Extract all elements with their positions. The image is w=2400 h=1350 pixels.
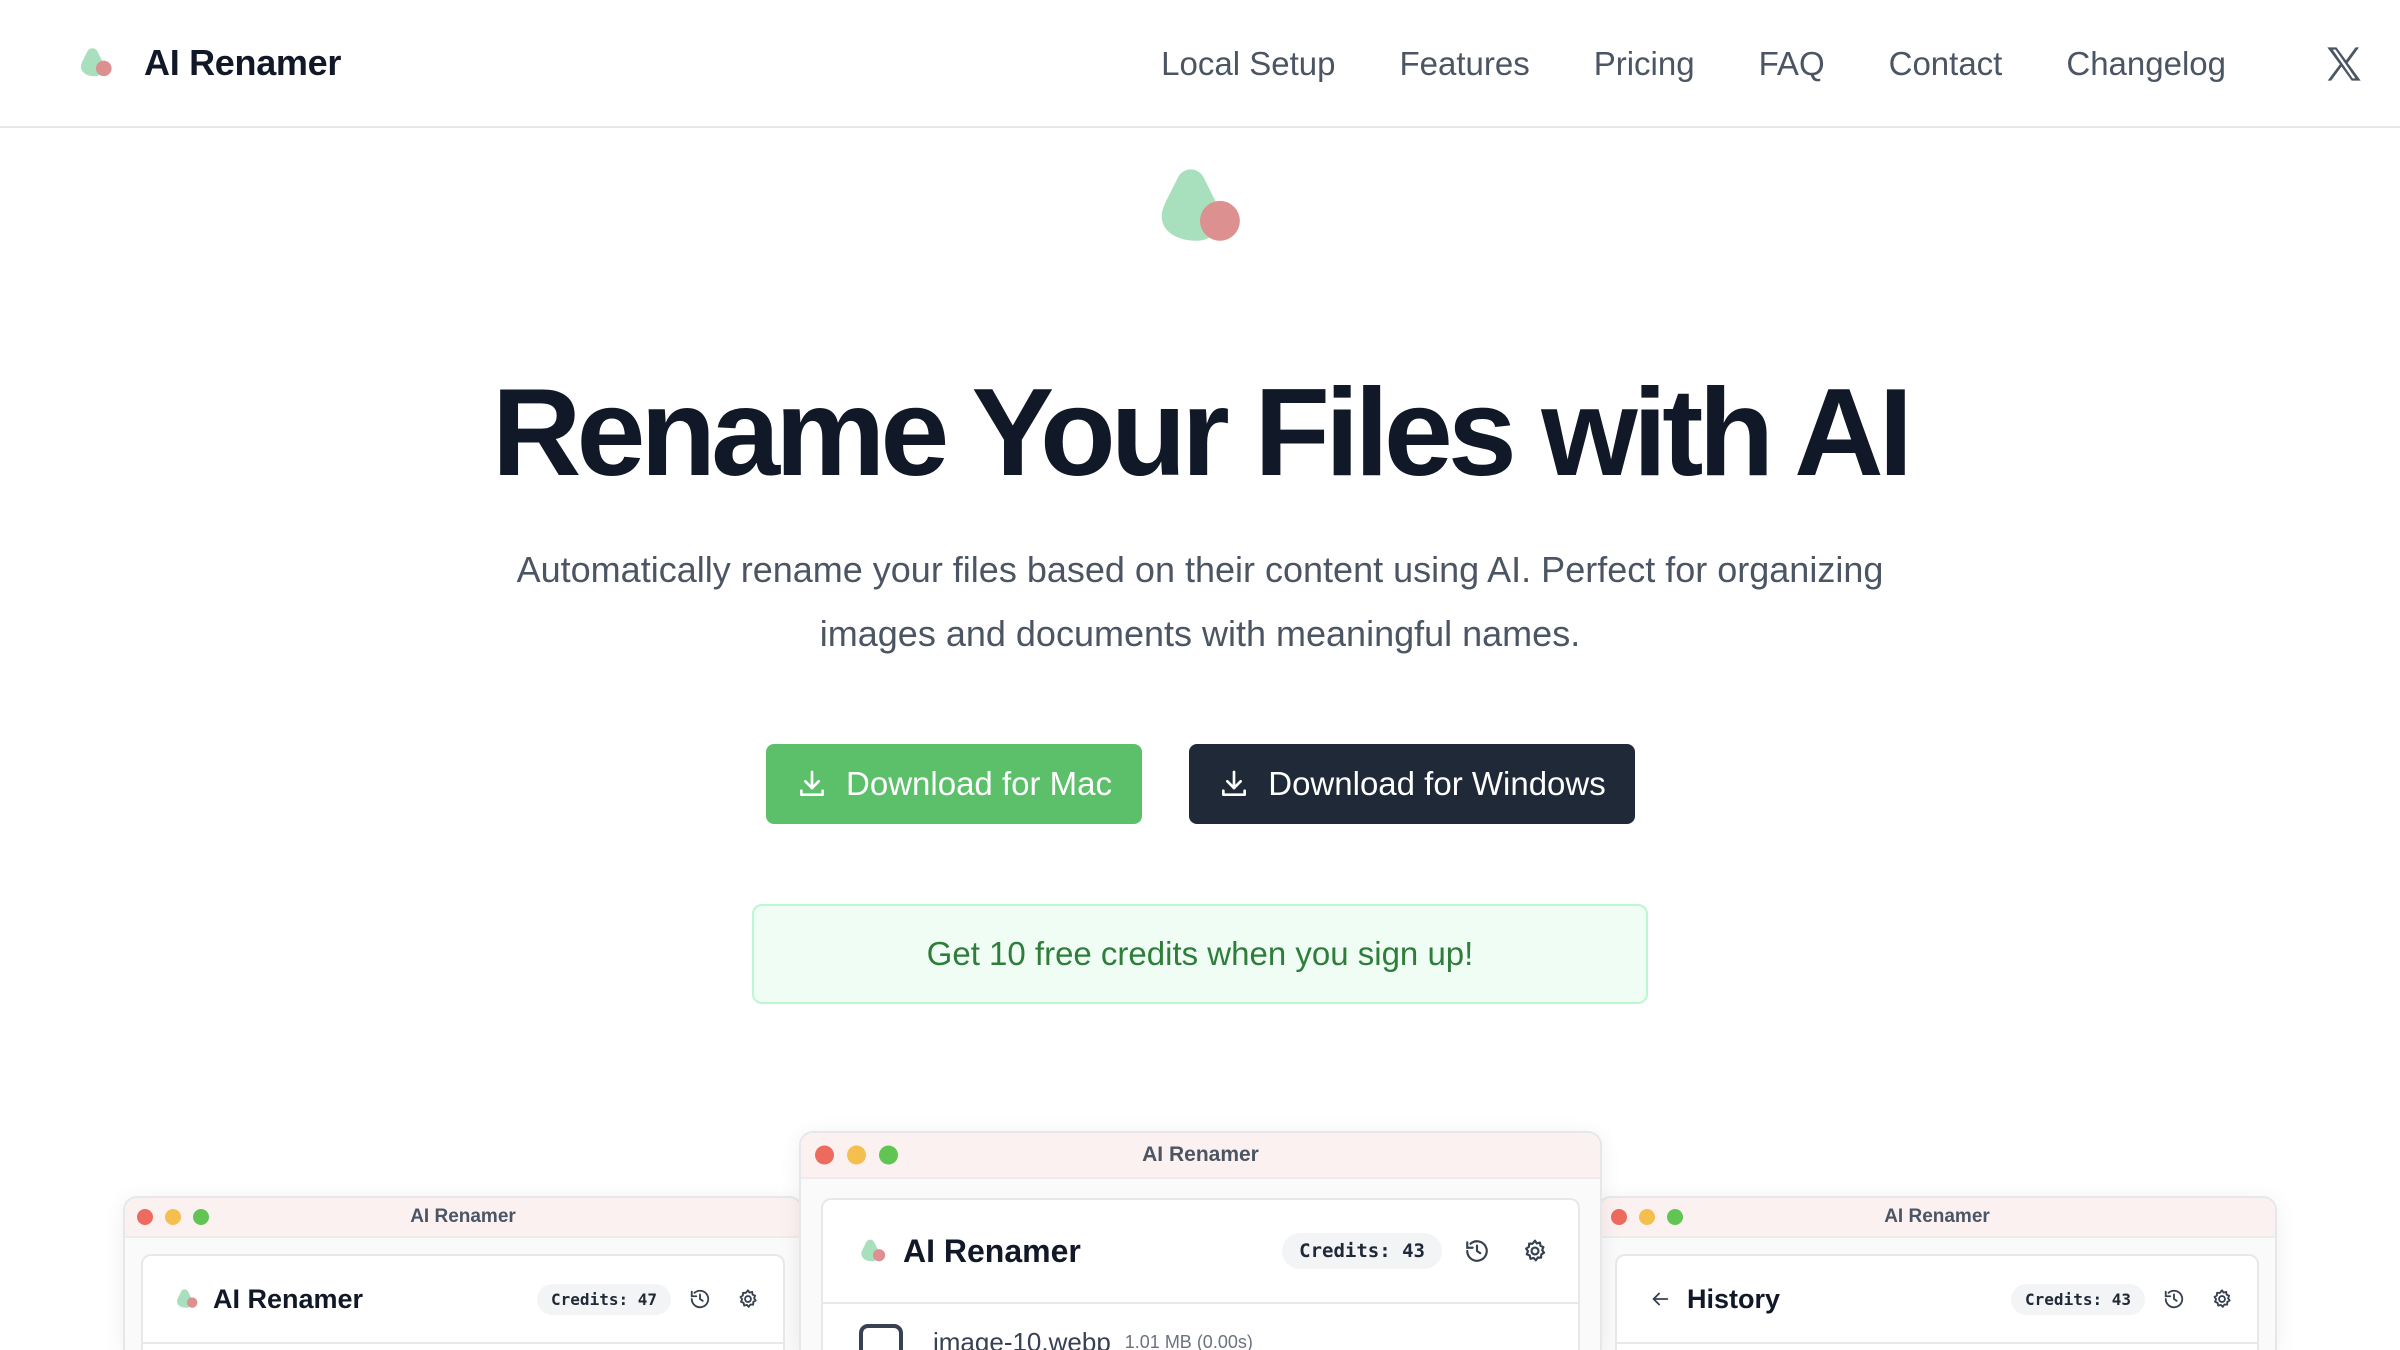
app-card-header: AI Renamer Credits: 43 [823,1200,1578,1304]
file-name: image-10.webp [933,1326,1111,1350]
download-windows-label: Download for Windows [1268,765,1606,802]
window-title: AI Renamer [1884,1206,1990,1227]
nav-local-setup[interactable]: Local Setup [1161,40,1335,88]
gear-icon[interactable] [2211,1288,2233,1310]
download-windows-button[interactable]: Download for Windows [1189,744,1635,824]
credits-badge: Credits: 43 [2011,1283,2145,1315]
x-icon[interactable] [2324,44,2364,84]
credits-badge: Credits: 47 [537,1283,671,1315]
app-name: AI Renamer [213,1283,364,1314]
brand-name: AI Renamer [144,42,342,83]
window-controls [137,1209,209,1225]
logo-icon [861,1239,886,1262]
close-window-button[interactable] [815,1145,834,1165]
window-controls [1611,1209,1683,1225]
arrow-left-icon[interactable] [1649,1288,1671,1310]
logo-icon [81,48,112,77]
app-window-right: AI Renamer History Credits: 43 [1597,1196,2277,1350]
window-controls [815,1145,898,1165]
history-icon[interactable] [689,1288,711,1310]
file-list-item[interactable]: image-10.webp 1.01 MB (0.00s) [859,1324,1253,1350]
window-titlebar: AI Renamer [1599,1198,2275,1238]
history-title: History [1687,1283,1781,1314]
history-icon[interactable] [2163,1288,2185,1310]
minimize-window-button[interactable] [165,1209,181,1225]
brand-link[interactable]: AI Renamer [78,42,341,84]
app-window-left: AI Renamer AI Renamer Credits: 47 [123,1196,803,1350]
main-nav: Local Setup Features Pricing FAQ Contact… [1097,40,2226,88]
logo-icon [177,1289,198,1308]
image-file-icon [859,1324,903,1350]
window-titlebar: AI Renamer [801,1133,1600,1179]
close-window-button[interactable] [1611,1209,1627,1225]
minimize-window-button[interactable] [1639,1209,1655,1225]
history-card-header: History Credits: 43 [1617,1256,2257,1344]
minimize-window-button[interactable] [847,1145,866,1165]
hero-logo-icon [1161,169,1240,241]
gear-icon[interactable] [1522,1238,1548,1264]
nav-features[interactable]: Features [1399,40,1529,88]
site-header: AI Renamer Local Setup Features Pricing … [0,0,2400,128]
nav-faq[interactable]: FAQ [1759,40,1825,88]
download-mac-button[interactable]: Download for Mac [766,744,1142,824]
close-window-button[interactable] [137,1209,153,1225]
maximize-window-button[interactable] [193,1209,209,1225]
app-card: AI Renamer Credits: 43 image-10.webp 1.0… [821,1198,1580,1350]
app-window-center: AI Renamer AI Renamer Credits: 43 image-… [799,1131,1602,1350]
nav-contact[interactable]: Contact [1889,40,2003,88]
maximize-window-button[interactable] [879,1145,898,1165]
credits-badge: Credits: 43 [1282,1233,1442,1269]
free-credits-text: Get 10 free credits when you sign up! [926,935,1474,972]
download-mac-label: Download for Mac [846,765,1112,802]
nav-changelog[interactable]: Changelog [2066,40,2226,88]
nav-pricing[interactable]: Pricing [1594,40,1695,88]
hero-subtitle: Automatically rename your files based on… [516,549,1884,654]
history-card: History Credits: 43 [1615,1254,2259,1350]
free-credits-banner: Get 10 free credits when you sign up! [752,904,1648,1004]
app-card-header: AI Renamer Credits: 47 [143,1256,783,1344]
window-title: AI Renamer [1142,1143,1259,1166]
file-meta: 1.01 MB (0.00s) [1124,1331,1253,1350]
history-icon[interactable] [1464,1238,1490,1264]
window-titlebar: AI Renamer [125,1198,801,1238]
hero-title: Rename Your Files with AI [491,364,1913,502]
window-title: AI Renamer [410,1206,516,1227]
app-card: AI Renamer Credits: 47 [141,1254,785,1350]
download-icon [800,770,825,796]
gear-icon[interactable] [737,1288,759,1310]
download-icon [1222,770,1247,796]
maximize-window-button[interactable] [1667,1209,1683,1225]
app-name: AI Renamer [903,1232,1081,1269]
